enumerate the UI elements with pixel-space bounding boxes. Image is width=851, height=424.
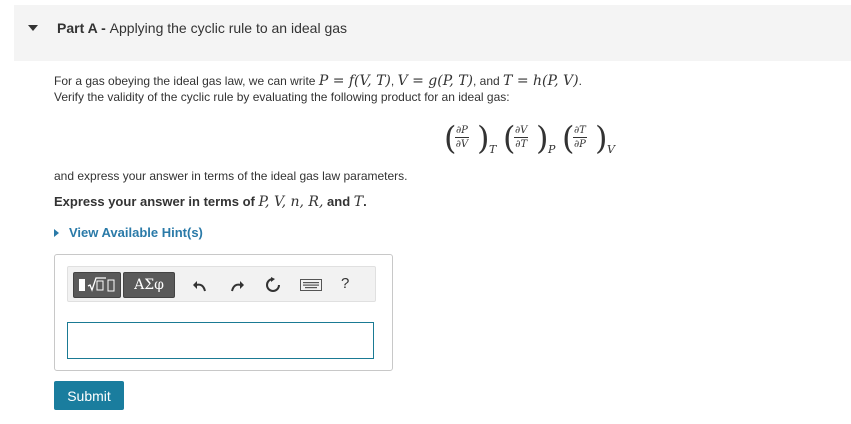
fraction-2-num: ∂V — [514, 125, 529, 138]
part-label: Part A — [57, 20, 98, 36]
collapse-caret-icon[interactable] — [28, 25, 38, 31]
right-paren-icon: ) — [536, 119, 549, 157]
templates-button[interactable] — [73, 272, 121, 298]
fraction-2-den: ∂T — [515, 139, 528, 150]
submit-button[interactable]: Submit — [54, 381, 124, 410]
intro-and: , and — [473, 74, 504, 88]
fraction-3-num: ∂T — [573, 125, 587, 138]
greek-symbols-button[interactable]: ΑΣφ — [123, 272, 175, 298]
expand-triangle-icon — [54, 228, 59, 237]
subscript-1: T — [489, 143, 497, 156]
fraction-1-den: ∂V — [455, 139, 469, 150]
answer-input[interactable] — [67, 322, 374, 359]
instruction-suffix: . — [363, 194, 367, 209]
instruction-prefix: Express your answer in terms of — [54, 194, 259, 209]
equation-t: T = h(P, V) — [503, 73, 579, 89]
intro-text: For a gas obeying the ideal gas law, we … — [54, 74, 319, 88]
reset-icon[interactable] — [264, 276, 282, 294]
math-toolbar: ΑΣφ ? — [67, 266, 376, 302]
part-title: Part A - Applying the cyclic rule to an … — [57, 20, 347, 36]
view-hints-link[interactable]: View Available Hint(s) — [54, 225, 203, 240]
fraction-3: ∂T ∂P — [573, 124, 587, 151]
keyboard-icon[interactable] — [299, 276, 323, 294]
instruction-text: Express your answer in terms of P, V, n,… — [54, 194, 367, 210]
fraction-3-den: ∂P — [573, 139, 586, 150]
equation-p: P = f(V, T) — [318, 73, 391, 89]
subscript-2: P — [548, 143, 556, 156]
subscript-3: V — [607, 143, 615, 156]
instruction-last-var: T — [353, 194, 364, 210]
fraction-1-num: ∂P — [455, 125, 469, 138]
instruction-and: and — [323, 194, 354, 209]
templates-icon — [79, 277, 115, 292]
intro-line2: Verify the validity of the cyclic rule b… — [54, 90, 510, 104]
part-title-text: Applying the cyclic rule to an ideal gas — [109, 20, 348, 36]
equation-v: V = g(P, T) — [397, 73, 474, 89]
right-paren-icon: ) — [477, 119, 490, 157]
intro-paragraph: For a gas obeying the ideal gas law, we … — [54, 73, 582, 104]
undo-icon[interactable] — [191, 276, 209, 294]
help-button[interactable]: ? — [341, 275, 349, 292]
answer-box: ΑΣφ ? — [54, 254, 393, 371]
hint-label: View Available Hint(s) — [69, 225, 203, 240]
redo-icon[interactable] — [228, 276, 246, 294]
fraction-1: ∂P ∂V — [455, 124, 469, 151]
part-separator: - — [97, 20, 110, 36]
instruction-vars: P, V, n, R, — [258, 194, 324, 210]
right-paren-icon: ) — [595, 119, 608, 157]
after-formula-text: and express your answer in terms of the … — [54, 169, 408, 183]
fraction-2: ∂V ∂T — [514, 124, 529, 151]
